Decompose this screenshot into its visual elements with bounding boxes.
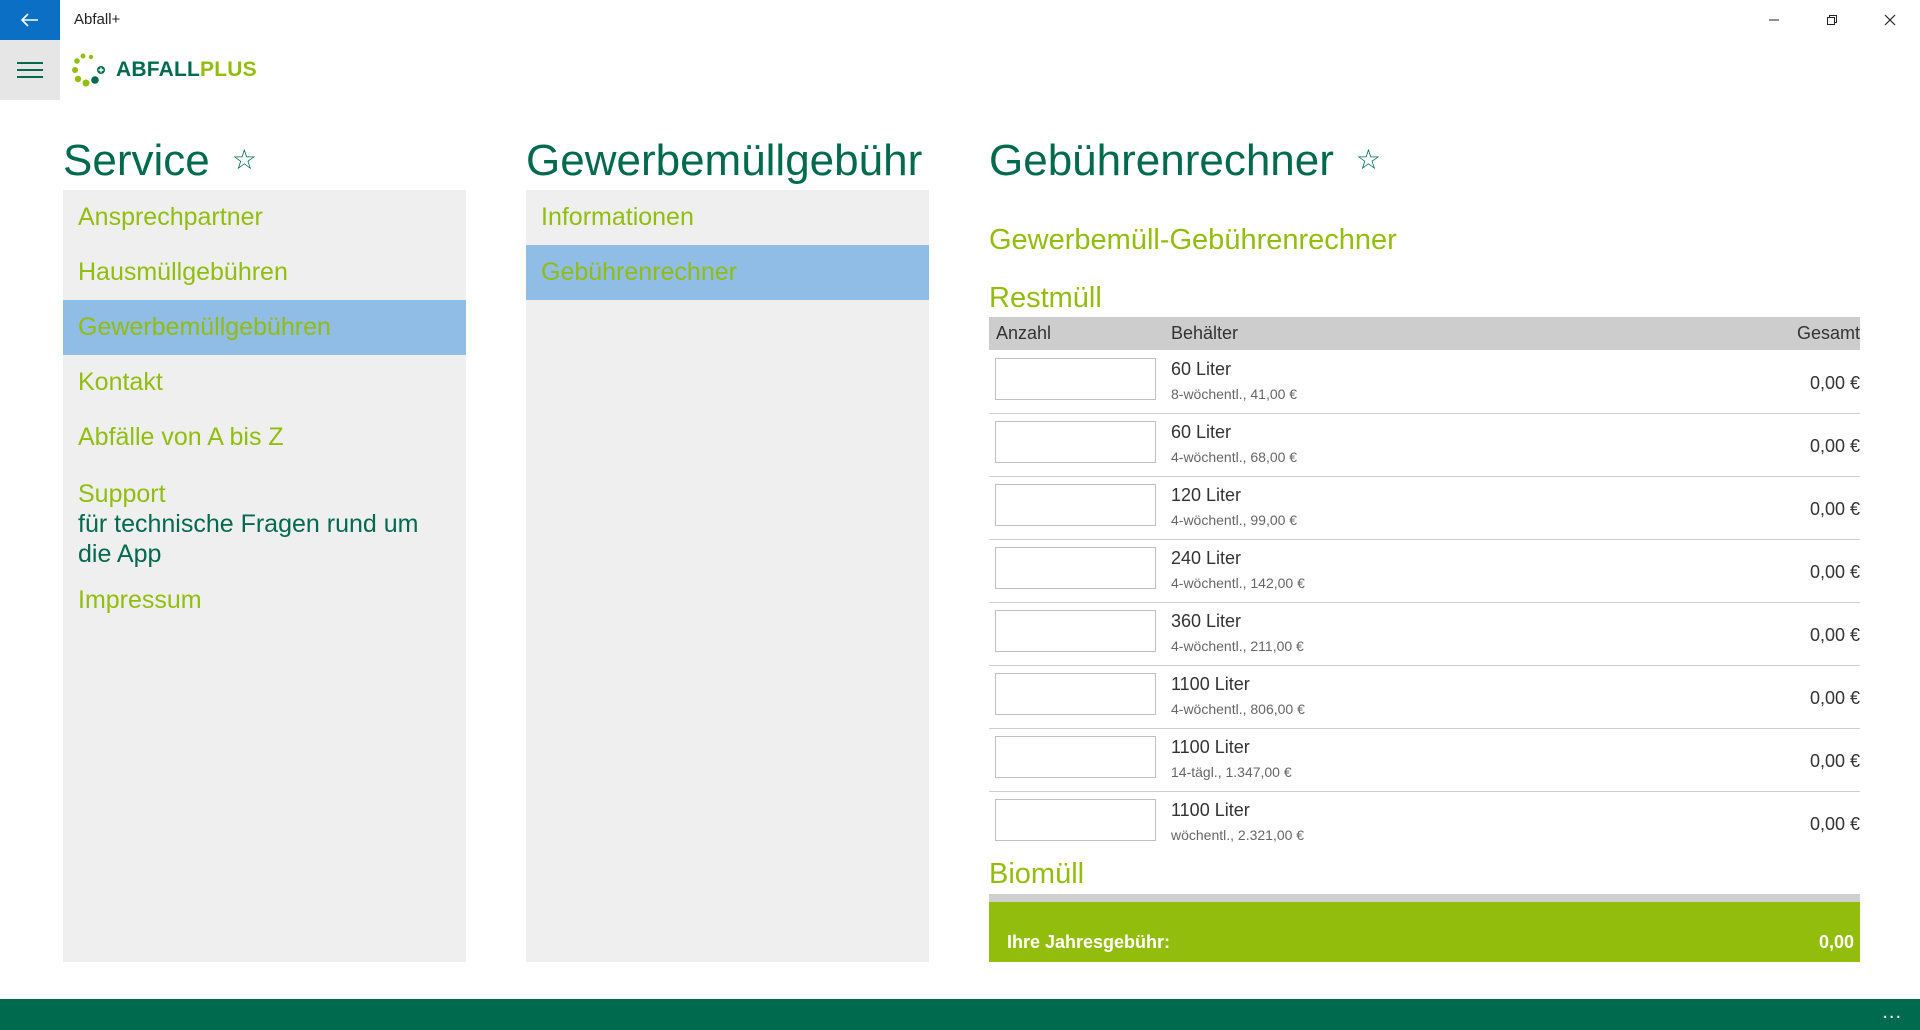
container-frequency: 8-wöchentl., 41,00 €	[1171, 386, 1298, 402]
minimize-icon	[1769, 19, 1779, 21]
container-volume: 240 Liter	[1171, 548, 1242, 568]
table-row: 1100 Liter 14-tägl., 1.347,00 € 0,00 €	[989, 728, 1860, 792]
quantity-input[interactable]	[995, 358, 1156, 400]
restore-icon	[1827, 15, 1837, 25]
table-row: 60 Liter 4-wöchentl., 68,00 € 0,00 €	[989, 413, 1860, 477]
table-row: 360 Liter 4-wöchentl., 211,00 € 0,00 €	[989, 602, 1860, 666]
logo-text: ABFALLPLUS	[116, 58, 257, 81]
column-header-container: Behälter	[1171, 323, 1239, 343]
arrow-left-icon	[21, 13, 38, 27]
table-row: 1100 Liter wöchentl., 2.321,00 € 0,00 €	[989, 791, 1860, 854]
container-frequency: 4-wöchentl., 142,00 €	[1171, 575, 1305, 591]
container-volume: 60 Liter	[1171, 359, 1232, 379]
nav-item-abfaelle-a-z[interactable]: Abfälle von A bis Z	[63, 410, 466, 465]
row-total: 0,00 €	[1809, 751, 1860, 771]
gewerbe-title: Gewerbemüllgebühr	[526, 136, 923, 185]
row-total: 0,00 €	[1809, 688, 1860, 708]
row-total: 0,00 €	[1809, 499, 1860, 519]
app-logo: ABFALLPLUS	[72, 52, 257, 88]
nav-item-gebuehrenrechner[interactable]: Gebührenrechner	[526, 245, 929, 300]
biomuell-heading: Biomüll	[989, 858, 1085, 890]
row-total: 0,00 €	[1809, 436, 1860, 456]
container-volume: 120 Liter	[1171, 485, 1242, 505]
title-bar: Abfall+	[0, 0, 1920, 40]
minimize-button[interactable]	[1746, 0, 1802, 40]
calculator-title: Gebührenrechner ☆	[989, 136, 1381, 185]
row-total: 0,00 €	[1809, 814, 1860, 834]
nav-item-hausmuellgebuehren[interactable]: Hausmüllgebühren	[63, 245, 466, 300]
annual-fee-value: 0,00	[1818, 932, 1854, 952]
table-header: Anzahl Behälter Gesamt	[989, 317, 1860, 350]
quantity-input[interactable]	[995, 673, 1156, 715]
container-frequency: 4-wöchentl., 99,00 €	[1171, 512, 1298, 528]
container-frequency: wöchentl., 2.321,00 €	[1171, 827, 1305, 843]
annual-fee-label: Ihre Jahresgebühr:	[1007, 932, 1171, 952]
more-button[interactable]: ...	[1882, 1001, 1902, 1024]
quantity-input[interactable]	[995, 421, 1156, 463]
nav-item-informationen[interactable]: Informationen	[526, 190, 929, 245]
biomuell-table-header	[989, 894, 1860, 902]
container-volume: 1100 Liter	[1171, 800, 1250, 820]
nav-item-gewerbemuellgebuehren[interactable]: Gewerbemüllgebühren	[63, 300, 466, 355]
table-row: 60 Liter 8-wöchentl., 41,00 € 0,00 €	[989, 350, 1860, 414]
menu-button[interactable]	[0, 40, 60, 100]
container-frequency: 4-wöchentl., 806,00 €	[1171, 701, 1305, 717]
nav-item-ansprechpartner[interactable]: Ansprechpartner	[63, 190, 466, 245]
table-row: 120 Liter 4-wöchentl., 99,00 € 0,00 €	[989, 476, 1860, 540]
column-header-total: Gesamt	[1796, 323, 1860, 343]
close-icon	[1884, 14, 1896, 26]
table-row: 240 Liter 4-wöchentl., 142,00 € 0,00 €	[989, 539, 1860, 603]
back-button[interactable]	[0, 0, 60, 40]
table-row: 1100 Liter 4-wöchentl., 806,00 € 0,00 €	[989, 665, 1860, 729]
container-volume: 60 Liter	[1171, 422, 1232, 442]
close-button[interactable]	[1862, 0, 1918, 40]
quantity-input[interactable]	[995, 799, 1156, 841]
quantity-input[interactable]	[995, 484, 1156, 526]
row-total: 0,00 €	[1809, 625, 1860, 645]
calculator-panel: Gebührenrechner ☆ Gewerbemüll-Gebührenrec…	[989, 136, 1860, 962]
logo-icon	[72, 53, 105, 87]
support-subtitle: für technische Fragen rund um die App	[78, 510, 419, 568]
star-outline-icon[interactable]: ☆	[1356, 144, 1381, 175]
container-frequency: 4-wöchentl., 211,00 €	[1171, 638, 1304, 654]
row-total: 0,00 €	[1809, 373, 1860, 393]
gewerbe-nav: Informationen Gebührenrechner	[526, 190, 929, 962]
container-frequency: 4-wöchentl., 68,00 €	[1171, 449, 1298, 465]
nav-item-impressum[interactable]: Impressum	[63, 579, 466, 621]
nav-item-kontakt[interactable]: Kontakt	[63, 355, 466, 410]
quantity-input[interactable]	[995, 547, 1156, 589]
quantity-input[interactable]	[995, 736, 1156, 778]
container-volume: 360 Liter	[1171, 611, 1242, 631]
window-title: Abfall+	[74, 11, 121, 28]
maximize-button[interactable]	[1804, 0, 1860, 40]
hamburger-icon	[17, 62, 43, 78]
support-label: Support	[78, 480, 166, 508]
container-frequency: 14-tägl., 1.347,00 €	[1171, 764, 1292, 780]
annual-fee-bar: Ihre Jahresgebühr: 0,00	[989, 902, 1860, 962]
container-volume: 1100 Liter	[1171, 674, 1250, 694]
service-title: Service ☆	[63, 136, 257, 185]
container-volume: 1100 Liter	[1171, 737, 1250, 757]
nav-item-support[interactable]: Support für technische Fragen rund um di…	[63, 465, 466, 579]
service-nav: Ansprechpartner Hausmüllgebühren Gewerbe…	[63, 190, 466, 962]
calculator-subtitle: Gewerbemüll-Gebührenrechner	[989, 224, 1397, 256]
restmuell-heading: Restmüll	[989, 282, 1102, 314]
quantity-input[interactable]	[995, 610, 1156, 652]
row-total: 0,00 €	[1809, 562, 1860, 582]
column-header-count: Anzahl	[996, 323, 1052, 343]
star-outline-icon[interactable]: ☆	[232, 144, 257, 175]
bottom-app-bar: ...	[0, 999, 1920, 1030]
